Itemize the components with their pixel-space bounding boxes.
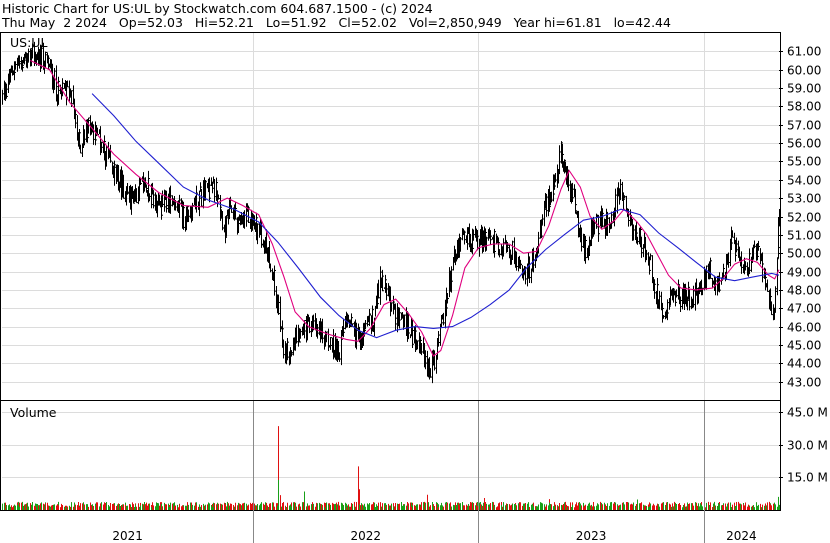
volume-label: Volume <box>10 405 57 420</box>
year-label: 2022 <box>351 529 382 543</box>
volume-tick-label: 45.0 M <box>787 406 828 420</box>
chart-stats: Thu May 2 2024 Op=52.03 Hi=52.21 Lo=51.9… <box>1 15 671 30</box>
year-label: 2024 <box>726 529 757 543</box>
price-tick-label: 58.00 <box>787 100 821 114</box>
price-tick-label: 50.00 <box>787 247 821 261</box>
price-tick-label: 55.00 <box>787 155 821 169</box>
price-tick-label: 49.00 <box>787 266 821 280</box>
price-tick-label: 47.00 <box>787 302 821 316</box>
price-tick-label: 57.00 <box>787 119 821 133</box>
volume-axis: 45.0 M 30.0 M 15.0 M <box>779 406 828 485</box>
price-tick-label: 56.00 <box>787 137 821 151</box>
volume-tick-label: 15.0 M <box>787 471 828 485</box>
price-tick-label: 46.00 <box>787 321 821 335</box>
price-tick-label: 61.00 <box>787 45 821 59</box>
price-tick-label: 53.00 <box>787 192 821 206</box>
year-label: 2023 <box>576 529 607 543</box>
chart-title: Historic Chart for US:UL by Stockwatch.c… <box>2 1 433 16</box>
price-tick-label: 54.00 <box>787 174 821 188</box>
price-axis: 61.00 60.00 59.00 58.00 57.00 56.00 55.00 54.00… <box>779 45 821 390</box>
volume-panel-frame <box>0 400 781 511</box>
price-tick-label: 44.00 <box>787 357 821 371</box>
volume-tick-label: 30.0 M <box>787 439 828 453</box>
symbol-label: US:UL <box>10 35 47 50</box>
price-tick-label: 60.00 <box>787 64 821 78</box>
price-tick-label: 45.00 <box>787 339 821 353</box>
price-tick-label: 51.00 <box>787 229 821 243</box>
price-tick-label: 52.00 <box>787 211 821 225</box>
price-tick-label: 59.00 <box>787 82 821 96</box>
stock-chart: Historic Chart for US:UL by Stockwatch.c… <box>0 0 830 543</box>
year-label: 2021 <box>112 529 143 543</box>
price-tick-label: 43.00 <box>787 376 821 390</box>
chart-canvas: Historic Chart for US:UL by Stockwatch.c… <box>0 1 828 543</box>
price-tick-label: 48.00 <box>787 284 821 298</box>
